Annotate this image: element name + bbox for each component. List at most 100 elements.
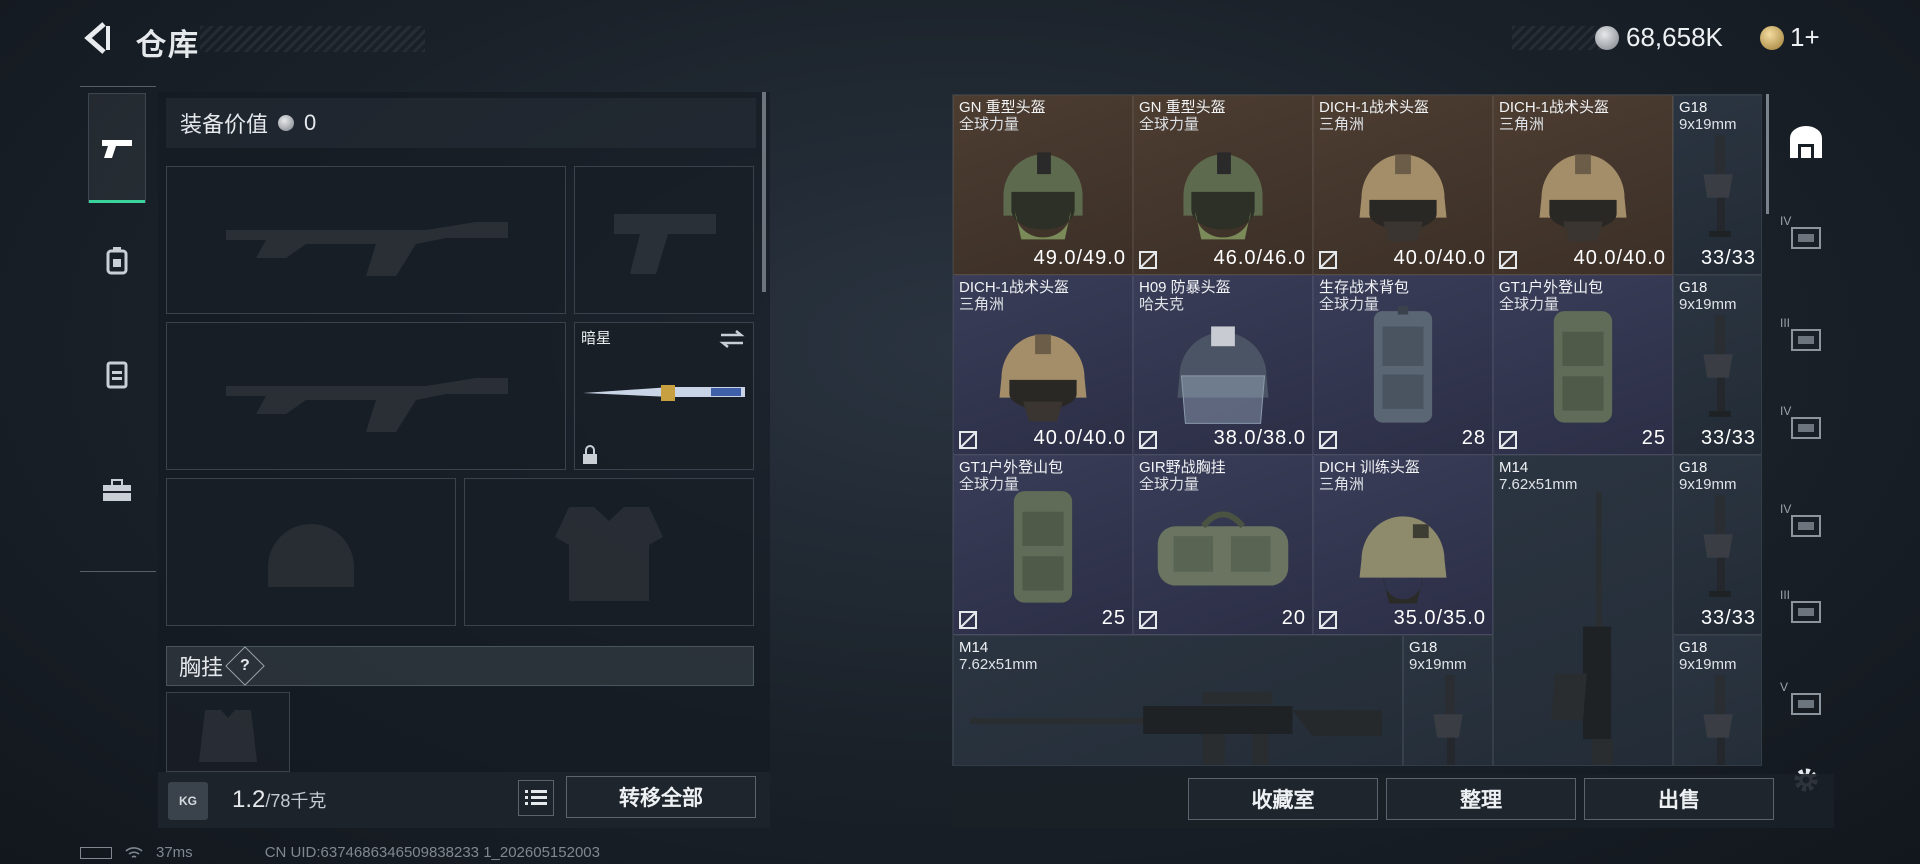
- item-value: 49.0/49.0: [1033, 247, 1126, 269]
- currency-silver[interactable]: 68,658K: [1626, 22, 1723, 53]
- rifle-v-image: [1494, 486, 1672, 765]
- page-title: 仓库: [136, 29, 200, 62]
- item-value: 25: [1641, 427, 1666, 449]
- lock-icon: [583, 445, 597, 464]
- loadout-tabs: [80, 86, 156, 572]
- item-name: G18: [1679, 639, 1708, 656]
- item-subtitle: 全球力量: [959, 476, 1020, 493]
- armor-slot[interactable]: [464, 478, 754, 626]
- chest-rig-label: 胸挂: [179, 655, 224, 680]
- weight-icon: KG: [168, 782, 208, 820]
- organize-button[interactable]: 整理: [1386, 778, 1576, 820]
- mag-image: [1674, 666, 1761, 765]
- pistol-icon: [102, 140, 132, 158]
- inventory-item[interactable]: GN 重型头盔 全球力量 49.0/49.0: [953, 95, 1133, 275]
- ping: 37ms: [156, 844, 193, 861]
- currency-decoration: [1512, 26, 1602, 50]
- primary-weapon-slot[interactable]: [166, 166, 566, 314]
- item-subtitle: 哈夫克: [1139, 296, 1185, 313]
- inventory-item[interactable]: DICH-1战术头盔 三角洲 40.0/40.0: [953, 275, 1133, 455]
- inventory-item[interactable]: 生存战术背包 全球力量 28: [1313, 275, 1493, 455]
- inventory-item[interactable]: GT1户外登山包 全球力量 25: [953, 455, 1133, 635]
- tab-backpack[interactable]: [88, 205, 146, 315]
- inventory-grid: GN 重型头盔 全球力量 49.0/49.0 GN 重型头盔 全球力量 46.0/46.0…: [952, 94, 1762, 766]
- gold-coin-icon: [1760, 26, 1784, 50]
- title-decoration: [200, 26, 425, 52]
- sell-button[interactable]: 出售: [1584, 778, 1774, 820]
- rifle-silhouette-icon: [167, 323, 565, 469]
- warehouse-icon: [1790, 126, 1822, 158]
- equip-value-label: 装备价值: [180, 112, 269, 137]
- swap-icon[interactable]: [719, 329, 745, 349]
- inventory-item[interactable]: H09 防暴头盔 哈夫克 38.0/38.0: [1133, 275, 1313, 455]
- chevron-left-icon: [84, 22, 110, 54]
- item-name: DICH-1战术头盔: [1319, 99, 1430, 116]
- storage-tab[interactable]: IV: [1778, 404, 1830, 444]
- secondary-weapon-slot[interactable]: [166, 322, 566, 470]
- storage-tab[interactable]: IV: [1778, 214, 1830, 254]
- backpack-green-image: [1494, 306, 1672, 426]
- transfer-all-button[interactable]: 转移全部: [566, 776, 756, 818]
- vest-silhouette-icon: [167, 693, 289, 771]
- item-name: GIR野战胸挂: [1139, 459, 1226, 476]
- list-icon: [525, 790, 547, 805]
- inventory-item[interactable]: G18 9x19mm: [1403, 635, 1493, 765]
- inventory-scrollbar[interactable]: [1766, 94, 1769, 214]
- storage-box-icon: [1786, 508, 1826, 543]
- item-subtitle: 三角洲: [1499, 116, 1545, 133]
- list-view-button[interactable]: [518, 780, 554, 816]
- storage-tab[interactable]: V: [1778, 680, 1830, 720]
- back-button[interactable]: [80, 20, 114, 56]
- collection-room-button[interactable]: 收藏室: [1188, 778, 1378, 820]
- item-value: 33/33: [1700, 247, 1756, 269]
- tab-vest[interactable]: [88, 319, 146, 429]
- item-value: 40.0/40.0: [1573, 247, 1666, 269]
- inventory-item[interactable]: G18 9x19mm 33/33: [1673, 455, 1761, 635]
- item-name: 生存战术背包: [1319, 279, 1410, 296]
- toolbox-icon: [103, 479, 131, 501]
- no-insure-icon: [958, 430, 978, 450]
- melee-slot[interactable]: 暗星: [574, 322, 754, 470]
- sidearm-slot[interactable]: [574, 166, 754, 314]
- no-insure-icon: [958, 610, 978, 630]
- loadout-scrollbar[interactable]: [762, 92, 766, 292]
- no-insure-icon: [1318, 250, 1338, 270]
- inventory-item[interactable]: DICH 训练头盔 三角洲 35.0/35.0: [1313, 455, 1493, 635]
- silver-coin-icon: [278, 115, 295, 131]
- item-subtitle: 全球力量: [959, 116, 1020, 133]
- item-subtitle: 9x19mm: [1409, 656, 1467, 673]
- armor-silhouette-icon: [465, 479, 753, 625]
- tab-weapons[interactable]: [88, 93, 146, 203]
- item-subtitle: 全球力量: [1139, 116, 1200, 133]
- storage-box-icon: [1786, 410, 1826, 445]
- inventory-item[interactable]: M14 7.62x51mm: [953, 635, 1403, 765]
- item-value: 28: [1461, 427, 1486, 449]
- item-subtitle: 三角洲: [959, 296, 1005, 313]
- currency-gold[interactable]: 1+: [1790, 22, 1820, 53]
- storage-tab[interactable]: III: [1778, 588, 1830, 628]
- chest-rig-slot[interactable]: [166, 692, 290, 772]
- item-subtitle: 9x19mm: [1679, 296, 1737, 313]
- item-name: GN 重型头盔: [1139, 99, 1226, 116]
- item-name: G18: [1679, 459, 1708, 476]
- inventory-item[interactable]: DICH-1战术头盔 三角洲 40.0/40.0: [1493, 95, 1673, 275]
- tab-toolbox[interactable]: [88, 435, 146, 545]
- inventory-item[interactable]: GT1户外登山包 全球力量 25: [1493, 275, 1673, 455]
- storage-tab[interactable]: IV: [1778, 502, 1830, 542]
- item-value: 40.0/40.0: [1393, 247, 1486, 269]
- inventory-item[interactable]: GIR野战胸挂 全球力量 20: [1133, 455, 1313, 635]
- help-icon[interactable]: ?: [225, 646, 265, 686]
- inventory-item[interactable]: GN 重型头盔 全球力量 46.0/46.0: [1133, 95, 1313, 275]
- inventory-item[interactable]: M14 7.62x51mm: [1493, 455, 1673, 765]
- inventory-item[interactable]: G18 9x19mm 33/33: [1673, 95, 1761, 275]
- item-name: GN 重型头盔: [959, 99, 1046, 116]
- item-subtitle: 7.62x51mm: [959, 656, 1038, 673]
- item-name: G18: [1409, 639, 1438, 656]
- inventory-item[interactable]: DICH-1战术头盔 三角洲 40.0/40.0: [1313, 95, 1493, 275]
- storage-tab[interactable]: III: [1778, 316, 1830, 356]
- inventory-item[interactable]: G18 9x19mm: [1673, 635, 1761, 765]
- inventory-item[interactable]: G18 9x19mm 33/33: [1673, 275, 1761, 455]
- helmet-dich-image: [954, 306, 1132, 426]
- helmet-slot[interactable]: [166, 478, 456, 626]
- storage-main-tab[interactable]: [1784, 120, 1828, 164]
